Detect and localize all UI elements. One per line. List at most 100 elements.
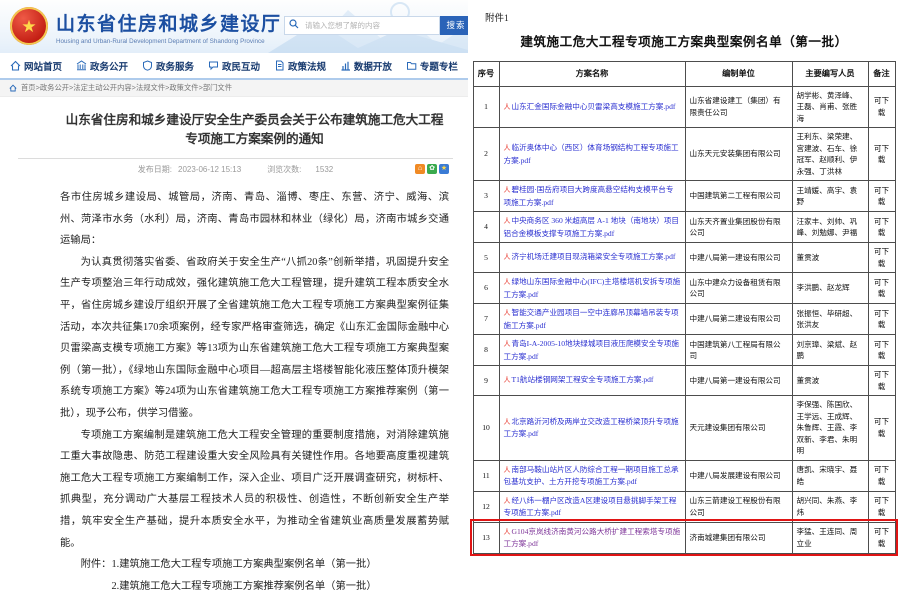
nav-item-open-data[interactable]: 数据开放 <box>340 59 392 73</box>
home-share-icon[interactable]: ⌂ <box>415 164 425 174</box>
table-row: 13 人G104京岚线济南黄河公路大桥扩建工程索塔专项施工方案.pdf 济南城建… <box>473 522 895 553</box>
badge-icon <box>142 60 153 71</box>
column-header-note: 备注 <box>868 62 895 87</box>
main-authors: 董贯波 <box>792 366 868 396</box>
compiling-unit: 山东天元安装集团有限公司 <box>685 128 792 181</box>
plan-pdf-link[interactable]: 碧桂园·国岳府项目大跨度高悬空结构支模平台专项施工方案.pdf <box>504 185 674 207</box>
table-row: 8 人青岛I-A-2005-10地块绿城项目液压爬模安全专项施工方案.pdf 中… <box>473 335 895 366</box>
views-label: 浏览次数: <box>267 164 301 175</box>
plan-pdf-link[interactable]: 智能交通产业园项目一空中连廊吊顶幕墙吊装专项施工方案.pdf <box>504 308 679 330</box>
site-header: ★ 山东省住房和城乡建设厅 Housing and Urban-Rural De… <box>0 0 468 53</box>
compiling-unit: 中建八局第一建设有限公司 <box>685 366 792 396</box>
row-number: 10 <box>473 396 499 461</box>
nav-item-home[interactable]: 网站首页 <box>10 59 62 73</box>
row-number: 8 <box>473 335 499 366</box>
notice-article: 山东省住房和城乡建设厅安全生产委员会关于公布建筑施工危大工程专项施工方案案例的通… <box>0 97 468 600</box>
table-row: 4 人中央商务区 360 米超高层 A-1 地块（南地块）项目铝合金模板支撑专项… <box>473 212 895 243</box>
publish-date-value: 2023-06-12 15:13 <box>178 165 241 174</box>
row-number: 6 <box>473 273 499 304</box>
plan-pdf-link[interactable]: 南部马鞍山站片区人防综合工程一期项目施工总承包基坑支护、土方开挖专项施工方案.p… <box>504 465 679 487</box>
pdf-icon: 人 <box>504 528 511 536</box>
download-note[interactable]: 可下载 <box>868 304 895 335</box>
row-number: 9 <box>473 366 499 396</box>
pdf-icon: 人 <box>504 103 511 111</box>
body-paragraph-2: 专项施工方案编制是建筑施工危大工程安全管理的重要制度措施，对消除建筑施工重大事故… <box>60 425 449 555</box>
row-number: 5 <box>473 243 499 273</box>
table-row: 9 人T1航站楼钢网架工程安全专项施工方案.pdf 中建八局第一建设有限公司 董… <box>473 366 895 396</box>
download-note[interactable]: 可下载 <box>868 522 895 553</box>
nav-label: 政策法规 <box>288 59 326 73</box>
download-note[interactable]: 可下载 <box>868 181 895 212</box>
search-input[interactable] <box>284 16 440 35</box>
download-note[interactable]: 可下载 <box>868 212 895 243</box>
share-icons: ⌂ ✿ ★ <box>415 164 449 174</box>
pdf-icon: 人 <box>504 278 511 286</box>
compiling-unit: 中建八局第二建设有限公司 <box>685 304 792 335</box>
main-authors: 李保强、陈国欣、王学远、王成辉、朱鲁辉、王霞、李双新、李君、朱明明 <box>792 396 868 461</box>
article-title: 山东省住房和城乡建设厅安全生产委员会关于公布建筑施工危大工程专项施工方案案例的通… <box>64 111 446 149</box>
article-meta: 发布日期: 2023-06-12 15:13 浏览次数: 1532 ⌂ ✿ ★ <box>18 159 453 179</box>
main-nav: 网站首页 政务公开 政务服务 政民互动 政策法规 数据开放 <box>0 53 468 80</box>
plan-pdf-link[interactable]: 中央商务区 360 米超高层 A-1 地块（南地块）项目铝合金模板支撑专项施工方… <box>504 216 679 238</box>
main-authors: 李洪鹏、赵龙辉 <box>792 273 868 304</box>
site-title-block: 山东省住房和城乡建设厅 Housing and Urban-Rural Deve… <box>56 9 282 45</box>
nav-item-policies[interactable]: 政策法规 <box>274 59 326 73</box>
plan-pdf-link[interactable]: 北京路沂河桥及两岸立交改造工程桥梁顶升专项施工方案.pdf <box>504 417 679 439</box>
national-emblem-logo: ★ <box>10 7 48 45</box>
download-note[interactable]: 可下载 <box>868 460 895 491</box>
row-number: 12 <box>473 491 499 522</box>
nav-item-gov-disclosure[interactable]: 政务公开 <box>76 59 128 73</box>
plan-pdf-link[interactable]: T1航站楼钢网架工程安全专项施工方案.pdf <box>512 375 654 384</box>
search-button[interactable]: 搜索 <box>440 16 468 35</box>
download-note[interactable]: 可下载 <box>868 273 895 304</box>
table-row: 6 人绿地山东国际金融中心(IFC)主塔楼塔机安拆专项施工方案.pdf 山东中建… <box>473 273 895 304</box>
nav-item-gov-services[interactable]: 政务服务 <box>142 59 194 73</box>
nav-label: 网站首页 <box>24 59 62 73</box>
pdf-icon: 人 <box>504 186 511 194</box>
document-icon <box>274 60 285 71</box>
download-note[interactable]: 可下载 <box>868 491 895 522</box>
compiling-unit: 山东省建设建工（集团）有限责任公司 <box>685 86 792 128</box>
plan-pdf-link[interactable]: G104京岚线济南黄河公路大桥扩建工程索塔专项施工方案.pdf <box>504 527 681 549</box>
nav-label: 数据开放 <box>354 59 392 73</box>
plan-pdf-link[interactable]: 山东汇金国际金融中心贝雷梁高支模施工方案.pdf <box>512 102 676 111</box>
nav-label: 专题专栏 <box>420 59 458 73</box>
plan-pdf-link[interactable]: 青岛I-A-2005-10地块绿城项目液压爬模安全专项施工方案.pdf <box>504 339 679 361</box>
download-note[interactable]: 可下载 <box>868 335 895 366</box>
download-note[interactable]: 可下载 <box>868 396 895 461</box>
location-icon <box>9 84 17 92</box>
favorite-star-icon[interactable]: ★ <box>439 164 449 174</box>
nav-item-interaction[interactable]: 政民互动 <box>208 59 260 73</box>
compiling-unit: 中国建筑第二工程有限公司 <box>685 181 792 212</box>
plan-pdf-link[interactable]: 绿地山东国际金融中心(IFC)主塔楼塔机安拆专项施工方案.pdf <box>504 277 681 299</box>
pdf-icon: 人 <box>504 217 511 225</box>
case-list-table: 序号 方案名称 编制单位 主要编写人员 备注 1 人山东汇金国际金融中心贝雷梁高… <box>473 61 896 554</box>
compiling-unit: 山东天齐置业集团股份有限公司 <box>685 212 792 243</box>
attachment-line-1: 附件：1.建筑施工危大工程专项施工方案典型案例名单（第一批） <box>60 554 449 576</box>
plan-pdf-link[interactable]: 济宁机场迁建项目现浇箱梁安全专项施工方案.pdf <box>512 252 676 261</box>
publish-date-label: 发布日期: <box>138 164 172 175</box>
search-icon <box>289 19 299 29</box>
plan-pdf-link[interactable]: 临沂奥体中心（西区）体育场钢结构工程专项施工方案.pdf <box>504 143 679 165</box>
table-row: 10 人北京路沂河桥及两岸立交改造工程桥梁顶升专项施工方案.pdf 天元建设集团… <box>473 396 895 461</box>
nav-item-special-columns[interactable]: 专题专栏 <box>406 59 458 73</box>
main-authors: 汪家丰、刘帅、巩峰、刘勉娜、尹福 <box>792 212 868 243</box>
pdf-icon: 人 <box>504 466 511 474</box>
download-note[interactable]: 可下载 <box>868 243 895 273</box>
download-note[interactable]: 可下载 <box>868 128 895 181</box>
download-note[interactable]: 可下载 <box>868 86 895 128</box>
compiling-unit: 中建八局第一建设有限公司 <box>685 243 792 273</box>
star-icon: ★ <box>21 18 36 35</box>
download-note[interactable]: 可下载 <box>868 366 895 396</box>
table-row: 11 人南部马鞍山站片区人防综合工程一期项目施工总承包基坑支护、土方开挖专项施工… <box>473 460 895 491</box>
breadcrumb-text[interactable]: 首页>政务公开>法定主动公开内容>法规文件>政策文件>部门文件 <box>21 83 232 93</box>
compiling-unit: 天元建设集团有限公司 <box>685 396 792 461</box>
bar-chart-icon <box>340 60 351 71</box>
site-name-english: Housing and Urban-Rural Development Depa… <box>56 38 282 45</box>
share-icon[interactable]: ✿ <box>427 164 437 174</box>
article-body: 各市住房城乡建设局、城管局，济南、青岛、淄博、枣庄、东营、济宁、威海、滨州、菏泽… <box>60 187 449 597</box>
row-number: 11 <box>473 460 499 491</box>
nav-label: 政民互动 <box>222 59 260 73</box>
plan-pdf-link[interactable]: 经八纬一棚户区改造A区建设项目悬挑脚手架工程专项施工方案.pdf <box>504 496 677 518</box>
main-authors: 唐凯、宋晓宇、聂皓 <box>792 460 868 491</box>
